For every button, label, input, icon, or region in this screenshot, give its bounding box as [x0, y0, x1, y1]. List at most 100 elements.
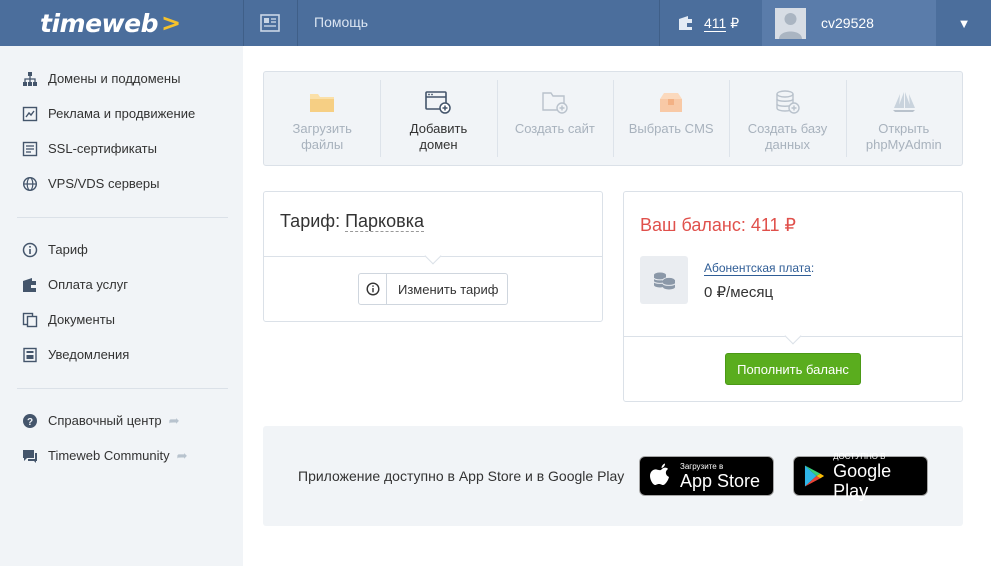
subscription-fee-link[interactable]: Абонентская плата: [704, 261, 811, 276]
sidebar-item-label: SSL-сертификаты: [48, 141, 157, 156]
chat-icon: [22, 448, 38, 464]
sidebar-item-label: Документы: [48, 312, 116, 327]
sidebar-item-label: Реклама и продвижение: [48, 106, 196, 121]
notification-icon: [22, 347, 38, 363]
header-balance-amount: 411: [704, 14, 727, 32]
wallet-icon: [22, 277, 38, 293]
app-store-caption: Загрузите в: [680, 461, 724, 471]
triangle-down-icon: ▼: [957, 15, 971, 31]
help-icon: ?: [22, 413, 38, 429]
header-balance-currency: ₽: [730, 14, 740, 31]
quick-action-create-database[interactable]: Создать базу данных: [729, 72, 845, 165]
google-play-button[interactable]: ДОСТУПНО В Google Play: [793, 452, 928, 501]
sidebar-item-vps[interactable]: VPS/VDS серверы: [0, 166, 243, 201]
top-header: timeweb > Помощь 411 ₽ cv29528 ▼: [0, 0, 991, 46]
sidebar: Домены и поддомены Реклама и продвижение…: [0, 46, 243, 566]
apps-banner-text: Приложение доступно в App Store и в Goog…: [298, 468, 625, 484]
sidebar-divider: [17, 217, 228, 218]
sidebar-item-tariff[interactable]: Тариф: [0, 232, 243, 267]
sidebar-item-label: Timeweb Community: [48, 448, 170, 463]
chart-icon: [22, 106, 38, 122]
top-up-balance-button[interactable]: Пополнить баланс: [725, 353, 861, 385]
quick-action-open-phpmyadmin[interactable]: Открыть phpMyAdmin: [845, 72, 962, 165]
documents-icon: [22, 312, 38, 328]
help-link[interactable]: Помощь: [314, 14, 368, 30]
subscription-fee-label: Абонентская плата:: [704, 261, 814, 276]
app-store-title: App Store: [680, 470, 761, 491]
nav-group-help: ? Справочный центр ➦ Timeweb Community ➦: [0, 403, 243, 473]
quick-action-label: Создать сайт: [514, 121, 595, 136]
sidebar-divider: [17, 388, 228, 389]
sidebar-item-community[interactable]: Timeweb Community ➦: [0, 438, 243, 473]
folder-icon: [308, 88, 336, 116]
balance-title: Ваш баланс: 411 ₽: [640, 215, 796, 235]
sidebar-item-label: Тариф: [48, 242, 88, 257]
sidebar-item-notifications[interactable]: Уведомления: [0, 337, 243, 372]
coins-icon: [640, 256, 688, 304]
phpmyadmin-icon: [890, 88, 918, 116]
quick-action-label: Загрузить файлы: [292, 121, 352, 152]
nav-group-services: Домены и поддомены Реклама и продвижение…: [0, 61, 243, 201]
tariff-card: Тариф: Парковка Изменить тариф: [263, 191, 603, 322]
timeweb-logo[interactable]: timeweb >: [0, 0, 243, 46]
newspaper-icon: [260, 14, 280, 32]
google-play-caption: ДОСТУПНО В: [833, 451, 886, 461]
apple-icon: [650, 463, 669, 485]
sidebar-item-help-center[interactable]: ? Справочный центр ➦: [0, 403, 243, 438]
server-icon: [22, 176, 38, 192]
app-store-button[interactable]: Загрузите в App Store: [639, 456, 774, 496]
sidebar-item-ssl[interactable]: SSL-сертификаты: [0, 131, 243, 166]
nav-group-account: Тариф Оплата услуг Документы Уведомления: [0, 232, 243, 372]
database-icon: [773, 88, 801, 116]
quick-action-choose-cms[interactable]: Выбрать CMS: [612, 72, 729, 165]
header-divider: [297, 0, 298, 46]
quick-action-create-site[interactable]: Создать сайт: [496, 72, 613, 165]
sidebar-item-label: Домены и поддомены: [48, 71, 181, 86]
external-arrow-icon: ➦: [176, 447, 188, 463]
change-tariff-label: Изменить тариф: [398, 281, 499, 297]
change-tariff-button[interactable]: Изменить тариф: [358, 273, 508, 305]
user-menu[interactable]: cv29528: [762, 0, 936, 46]
quick-action-label: Добавить домен: [409, 121, 468, 152]
quick-action-label: Открыть phpMyAdmin: [865, 121, 942, 152]
tariff-title: Тариф: Парковка: [280, 211, 424, 232]
sidebar-item-domains[interactable]: Домены и поддомены: [0, 61, 243, 96]
header-balance[interactable]: 411 ₽: [660, 0, 761, 46]
quick-action-label: Выбрать CMS: [628, 121, 714, 136]
sitemap-icon: [22, 71, 38, 87]
quick-action-upload-files[interactable]: Загрузить файлы: [264, 72, 380, 165]
tariff-prefix: Тариф:: [280, 211, 341, 231]
certificate-icon: [22, 141, 38, 157]
google-play-title: Google Play: [833, 460, 892, 501]
info-icon: [22, 242, 38, 258]
user-dropdown-toggle[interactable]: ▼: [937, 0, 991, 46]
info-icon: [359, 274, 387, 304]
sidebar-item-payment[interactable]: Оплата услуг: [0, 267, 243, 302]
logo-arrow-icon: >: [160, 9, 182, 37]
news-button[interactable]: [243, 0, 297, 46]
wallet-icon: [679, 15, 692, 30]
sidebar-item-documents[interactable]: Документы: [0, 302, 243, 337]
add-folder-icon: [541, 88, 569, 116]
sidebar-item-advertising[interactable]: Реклама и продвижение: [0, 96, 243, 131]
balance-card: Ваш баланс: 411 ₽ Абонентская плата: 0 ₽…: [623, 191, 963, 402]
external-arrow-icon: ➦: [168, 412, 180, 428]
divider-notch: [424, 247, 442, 265]
quick-action-add-domain[interactable]: Добавить домен: [380, 72, 496, 165]
logo-text: timeweb: [40, 8, 158, 38]
add-domain-icon: [424, 88, 452, 116]
cms-box-icon: [657, 88, 685, 116]
username: cv29528: [821, 15, 874, 31]
mobile-apps-banner: Приложение доступно в App Store и в Goog…: [263, 426, 963, 526]
divider-notch: [784, 327, 802, 345]
quick-action-label: Создать базу данных: [747, 121, 828, 152]
tariff-name[interactable]: Парковка: [345, 211, 424, 232]
quick-actions-panel: Загрузить файлы Добавить домен Создать с…: [263, 71, 963, 166]
sidebar-item-label: Оплата услуг: [48, 277, 129, 292]
subscription-fee-value: 0 ₽/месяц: [704, 284, 774, 301]
google-play-icon: [804, 465, 825, 487]
avatar: [775, 7, 806, 39]
sidebar-item-label: VPS/VDS серверы: [48, 176, 160, 191]
svg-text:?: ?: [27, 417, 33, 428]
sidebar-item-label: Справочный центр: [48, 413, 162, 428]
